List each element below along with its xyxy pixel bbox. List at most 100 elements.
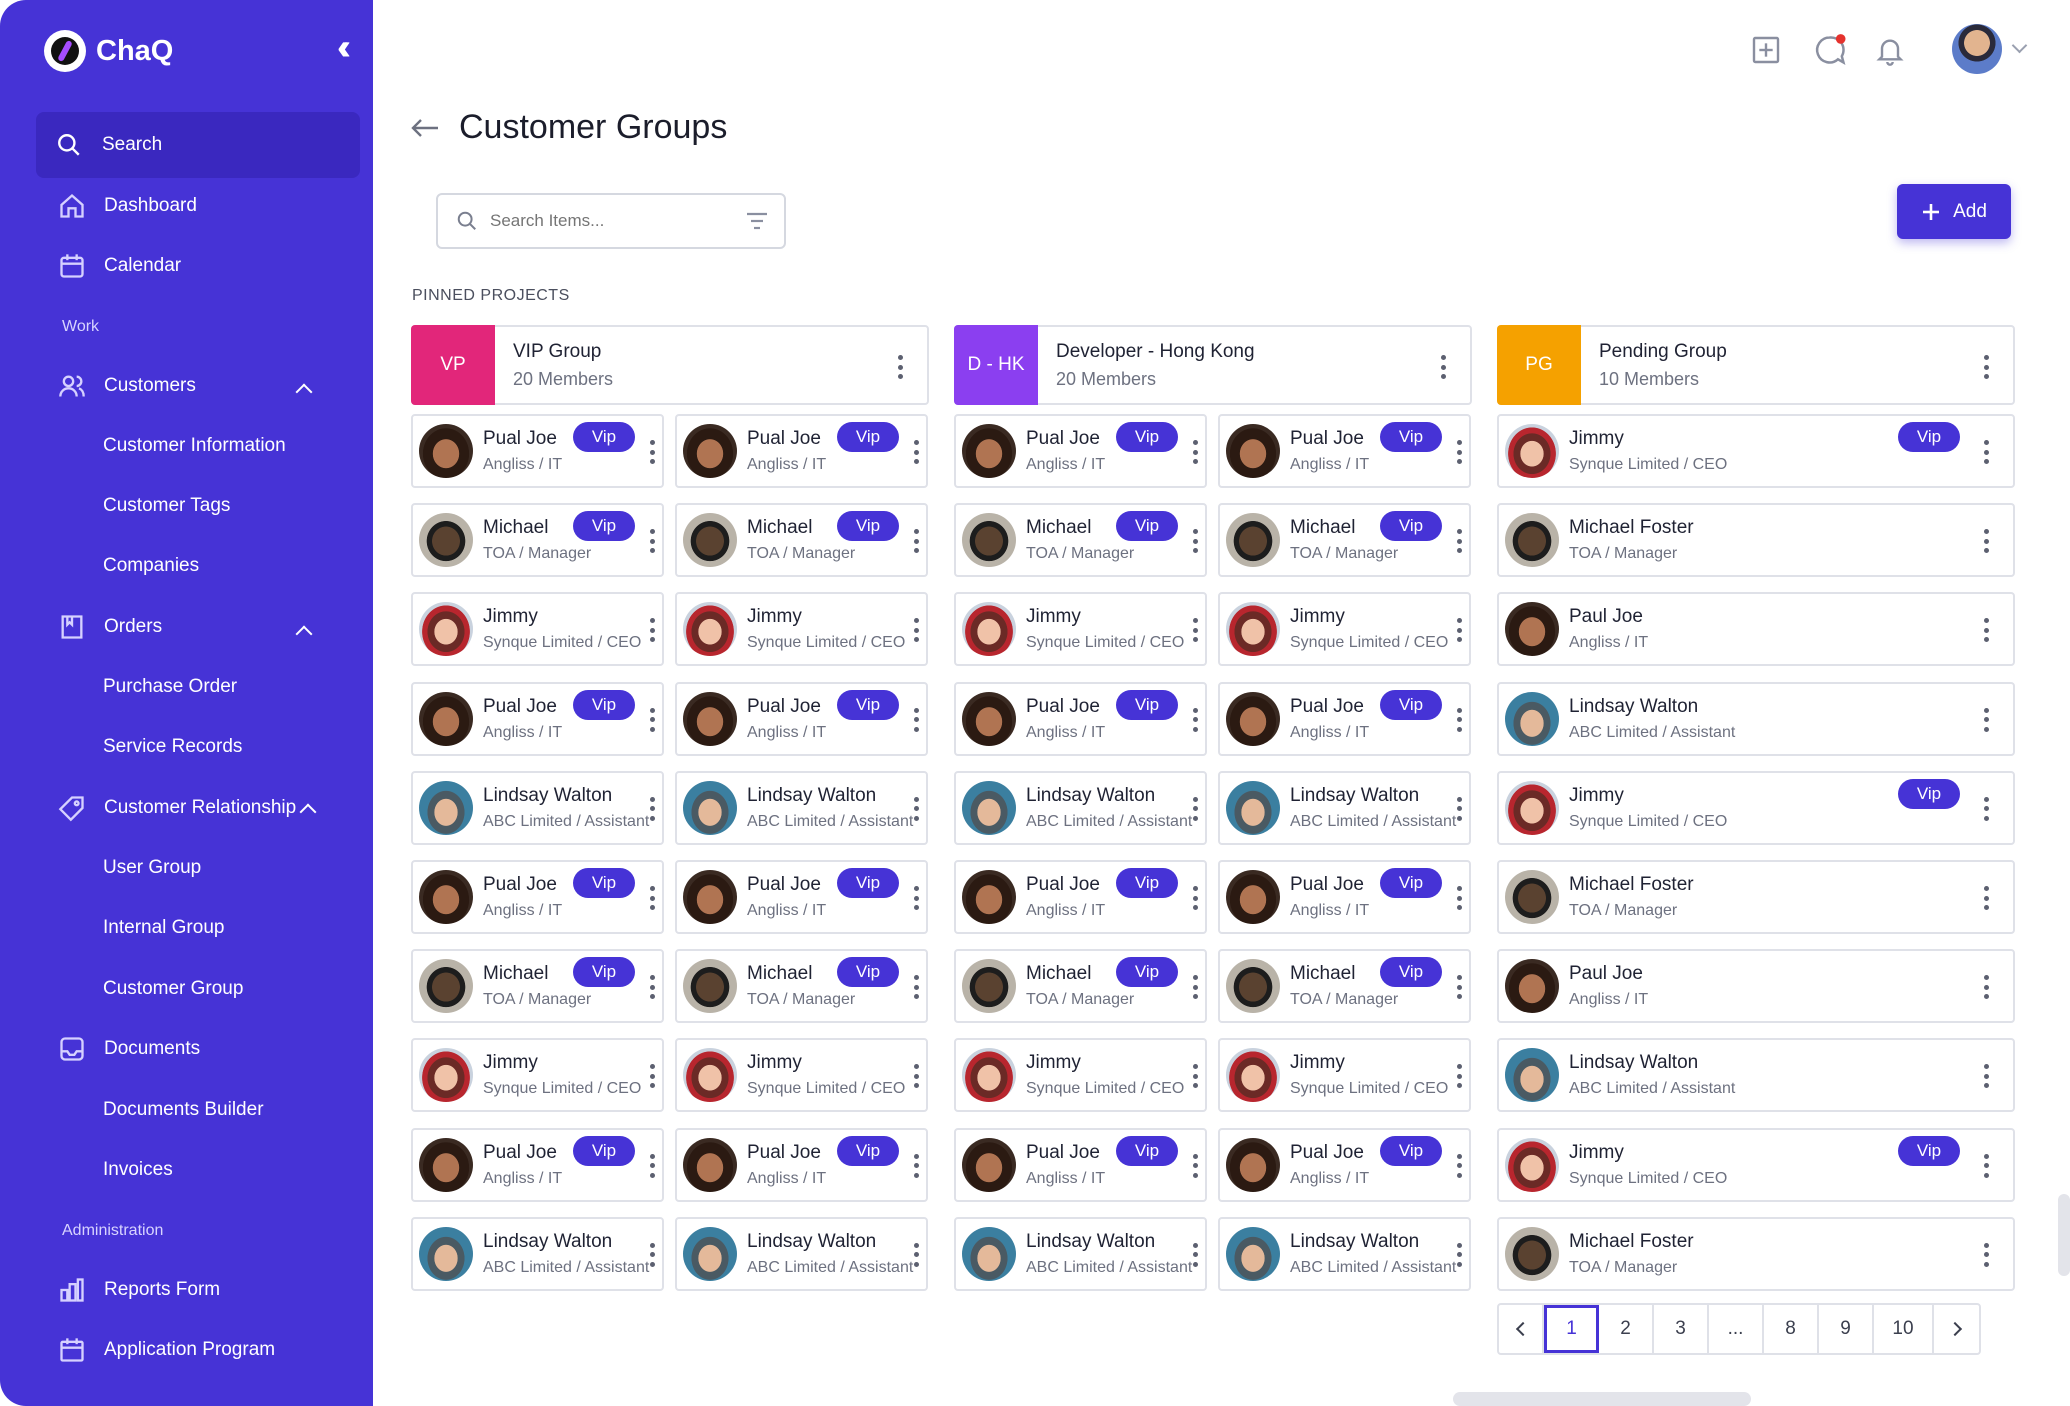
- member-card[interactable]: Lindsay Walton ABC Limited / Assistant: [954, 770, 1207, 845]
- member-card[interactable]: Michael TOA / Manager Vip: [411, 503, 664, 578]
- more-vertical-icon[interactable]: [913, 975, 919, 1000]
- search-input[interactable]: [490, 211, 720, 231]
- search-field[interactable]: [436, 193, 786, 249]
- member-card[interactable]: Pual Joe Angliss / IT Vip: [411, 860, 664, 934]
- member-card[interactable]: Jimmy Synque Limited / CEO: [675, 1038, 928, 1113]
- member-card[interactable]: Michael Foster TOA / Manager: [1497, 860, 2015, 934]
- more-vertical-icon[interactable]: [1192, 707, 1198, 732]
- member-card[interactable]: Paul Joe Angliss / IT: [1497, 592, 2015, 667]
- brand[interactable]: ChaQ: [44, 28, 173, 74]
- more-vertical-icon[interactable]: [649, 796, 655, 821]
- more-vertical-icon[interactable]: [1192, 529, 1198, 554]
- more-vertical-icon[interactable]: [913, 1064, 919, 1089]
- sidebar-item-documents-builder[interactable]: Documents Builder: [103, 1090, 264, 1130]
- page-button[interactable]: 3: [1654, 1305, 1709, 1353]
- more-vertical-icon[interactable]: [1192, 975, 1198, 1000]
- chevron-up-icon[interactable]: [295, 383, 313, 401]
- more-vertical-icon[interactable]: [1456, 886, 1462, 910]
- member-card[interactable]: Lindsay Walton ABC Limited / Assistant: [675, 1216, 928, 1291]
- bell-icon[interactable]: [1874, 30, 1906, 70]
- member-card[interactable]: Pual Joe Angliss / IT Vip: [675, 414, 928, 488]
- more-vertical-icon[interactable]: [1192, 618, 1198, 643]
- more-vertical-icon[interactable]: [1192, 796, 1198, 821]
- member-card[interactable]: Michael TOA / Manager Vip: [1218, 503, 1471, 578]
- member-card[interactable]: Pual Joe Angliss / IT Vip: [675, 681, 928, 756]
- more-vertical-icon[interactable]: [1983, 1153, 1989, 1178]
- page-button[interactable]: 8: [1764, 1305, 1819, 1353]
- more-vertical-icon[interactable]: [1983, 975, 1989, 1000]
- member-card[interactable]: Jimmy Synque Limited / CEO: [1218, 1038, 1471, 1113]
- more-vertical-icon[interactable]: [649, 975, 655, 1000]
- collapse-sidebar-icon[interactable]: ‹‹: [322, 29, 356, 65]
- sidebar-item-purchase-order[interactable]: Purchase Order: [103, 667, 237, 707]
- sidebar-item-invoices[interactable]: Invoices: [103, 1150, 173, 1190]
- sidebar-item-documents[interactable]: Documents: [58, 1029, 200, 1069]
- user-avatar[interactable]: [1952, 24, 2002, 74]
- sidebar-item-companies[interactable]: Companies: [103, 546, 199, 586]
- member-card[interactable]: Pual Joe Angliss / IT Vip: [411, 681, 664, 756]
- sidebar-item-customer-group[interactable]: Customer Group: [103, 969, 243, 1009]
- prev-page-button[interactable]: [1499, 1305, 1544, 1353]
- group-header-vip[interactable]: VP VIP Group 20 Members: [411, 325, 929, 405]
- more-vertical-icon[interactable]: [913, 440, 919, 464]
- more-vertical-icon[interactable]: [649, 618, 655, 643]
- sidebar-item-calendar[interactable]: Calendar: [58, 246, 181, 286]
- more-vertical-icon[interactable]: [1192, 1242, 1198, 1267]
- member-card[interactable]: Pual Joe Angliss / IT Vip: [1218, 681, 1471, 756]
- sidebar-item-reports-form[interactable]: Reports Form: [58, 1270, 220, 1310]
- more-vertical-icon[interactable]: [649, 707, 655, 732]
- member-card[interactable]: Jimmy Synque Limited / CEO: [675, 592, 928, 667]
- chevron-up-icon[interactable]: [295, 625, 313, 643]
- more-vertical-icon[interactable]: [1983, 618, 1989, 643]
- more-vertical-icon[interactable]: [1192, 886, 1198, 910]
- member-card[interactable]: Michael TOA / Manager Vip: [954, 503, 1207, 578]
- group-header-developer-hk[interactable]: D - HK Developer - Hong Kong 20 Members: [954, 325, 1472, 405]
- member-card[interactable]: Pual Joe Angliss / IT Vip: [1218, 860, 1471, 934]
- more-vertical-icon[interactable]: [1456, 1242, 1462, 1267]
- member-card[interactable]: Lindsay Walton ABC Limited / Assistant: [1218, 1216, 1471, 1291]
- more-vertical-icon[interactable]: [1983, 440, 1989, 464]
- sidebar-item-service-records[interactable]: Service Records: [103, 727, 242, 767]
- more-vertical-icon[interactable]: [649, 1153, 655, 1178]
- sidebar-item-customers[interactable]: Customers: [58, 366, 196, 406]
- member-card[interactable]: Lindsay Walton ABC Limited / Assistant: [954, 1216, 1207, 1291]
- sidebar-item-user-group[interactable]: User Group: [103, 848, 201, 888]
- member-card[interactable]: Michael Foster TOA / Manager: [1497, 503, 2015, 578]
- member-card[interactable]: Michael Foster TOA / Manager: [1497, 1216, 2015, 1291]
- member-card[interactable]: Jimmy Synque Limited / CEO: [411, 1038, 664, 1113]
- sidebar-item-orders[interactable]: Orders: [58, 607, 162, 647]
- member-card[interactable]: Jimmy Synque Limited / CEO: [1218, 592, 1471, 667]
- more-vertical-icon[interactable]: [649, 1242, 655, 1267]
- group-header-pending[interactable]: PG Pending Group 10 Members: [1497, 325, 2015, 405]
- member-card[interactable]: Pual Joe Angliss / IT Vip: [675, 1127, 928, 1202]
- member-card[interactable]: Pual Joe Angliss / IT Vip: [411, 414, 664, 488]
- sidebar-item-customer-tags[interactable]: Customer Tags: [103, 486, 230, 526]
- member-card[interactable]: Jimmy Synque Limited / CEO Vip: [1497, 414, 2015, 488]
- member-card[interactable]: Pual Joe Angliss / IT Vip: [954, 414, 1207, 488]
- more-vertical-icon[interactable]: [1456, 796, 1462, 821]
- more-vertical-icon[interactable]: [1983, 886, 1989, 910]
- more-vertical-icon[interactable]: [1456, 1064, 1462, 1089]
- more-vertical-icon[interactable]: [1983, 355, 1989, 379]
- more-vertical-icon[interactable]: [1456, 440, 1462, 464]
- back-arrow-icon[interactable]: [410, 116, 440, 140]
- more-vertical-icon[interactable]: [913, 796, 919, 821]
- vertical-scrollbar[interactable]: [2058, 1194, 2070, 1276]
- member-card[interactable]: Pual Joe Angliss / IT Vip: [411, 1127, 664, 1202]
- more-vertical-icon[interactable]: [649, 440, 655, 464]
- more-vertical-icon[interactable]: [1456, 975, 1462, 1000]
- more-vertical-icon[interactable]: [1192, 1064, 1198, 1089]
- more-vertical-icon[interactable]: [649, 529, 655, 554]
- more-vertical-icon[interactable]: [1440, 355, 1446, 379]
- member-card[interactable]: Jimmy Synque Limited / CEO: [954, 592, 1207, 667]
- member-card[interactable]: Lindsay Walton ABC Limited / Assistant: [411, 770, 664, 845]
- sidebar-item-application-program[interactable]: Application Program: [58, 1330, 275, 1370]
- member-card[interactable]: Jimmy Synque Limited / CEO Vip: [1497, 1127, 2015, 1202]
- member-card[interactable]: Pual Joe Angliss / IT Vip: [954, 681, 1207, 756]
- member-card[interactable]: Lindsay Walton ABC Limited / Assistant: [1497, 681, 2015, 756]
- page-button[interactable]: 2: [1599, 1305, 1654, 1353]
- more-vertical-icon[interactable]: [1983, 529, 1989, 554]
- horizontal-scrollbar[interactable]: [1453, 1392, 1751, 1406]
- member-card[interactable]: Pual Joe Angliss / IT Vip: [954, 860, 1207, 934]
- member-card[interactable]: Michael TOA / Manager Vip: [411, 949, 664, 1024]
